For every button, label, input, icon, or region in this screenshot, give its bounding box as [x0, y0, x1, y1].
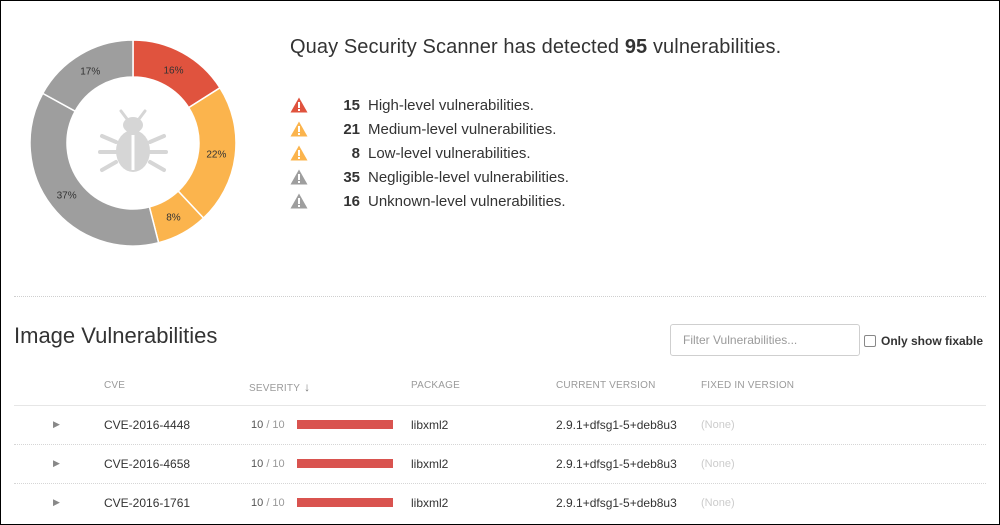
summary-prefix: Quay Security Scanner has detected — [290, 36, 620, 58]
column-header-cve[interactable]: CVE — [104, 380, 125, 391]
severity-score: 10 / 10 — [251, 419, 285, 431]
warning-icon — [290, 121, 308, 137]
level-label: Unknown-level vulnerabilities. — [368, 193, 566, 210]
summary-total: 95 — [624, 36, 648, 58]
column-header-fixed-version[interactable]: FIXED IN VERSION — [701, 380, 794, 391]
cve-id[interactable]: CVE-2016-4448 — [104, 418, 190, 432]
donut-label-low: 8% — [166, 213, 181, 224]
fixed-version: (None) — [701, 419, 735, 431]
only-fixable-label: Only show fixable — [881, 334, 984, 348]
donut-label-negligible: 37% — [57, 190, 77, 201]
warning-icon — [290, 145, 308, 161]
column-header-severity[interactable]: SEVERITY ↓ — [249, 380, 310, 394]
severity-score: 10 / 10 — [251, 497, 285, 509]
only-fixable-checkbox[interactable] — [864, 335, 876, 347]
severity-bar — [297, 459, 393, 468]
level-label: Negligible-level vulnerabilities. — [368, 169, 569, 186]
cve-id[interactable]: CVE-2016-4658 — [104, 457, 190, 471]
current-version: 2.9.1+dfsg1-5+deb8u3 — [556, 418, 677, 432]
package-name: libxml2 — [411, 457, 449, 471]
column-header-severity-label: SEVERITY — [249, 383, 301, 394]
section-title: Image Vulnerabilities — [14, 323, 218, 348]
fixed-version: (None) — [701, 497, 735, 509]
cve-id[interactable]: CVE-2016-1761 — [104, 496, 190, 510]
expand-caret-icon[interactable]: ▶ — [53, 419, 60, 430]
donut-label-unknown: 17% — [80, 67, 100, 78]
severity-score: 10 / 10 — [251, 458, 285, 470]
current-version: 2.9.1+dfsg1-5+deb8u3 — [556, 496, 677, 510]
warning-icon — [290, 193, 308, 209]
fixed-version: (None) — [701, 458, 735, 470]
level-count: 8 — [351, 145, 360, 162]
package-name: libxml2 — [411, 496, 449, 510]
summary-headline: Quay Security Scanner has detected 95 vu… — [290, 36, 781, 59]
expand-caret-icon[interactable]: ▶ — [53, 458, 60, 469]
section-divider — [14, 296, 986, 297]
level-count: 35 — [343, 169, 360, 186]
row-divider — [14, 483, 986, 484]
column-header-current-version[interactable]: CURRENT VERSION — [556, 380, 656, 391]
table-header-divider — [14, 405, 986, 406]
level-count: 15 — [343, 97, 360, 114]
donut-label-high: 16% — [163, 65, 183, 76]
only-fixable-toggle[interactable]: Only show fixable — [864, 334, 983, 348]
level-label: Medium-level vulnerabilities. — [368, 121, 557, 138]
row-divider — [14, 444, 986, 445]
current-version: 2.9.1+dfsg1-5+deb8u3 — [556, 457, 677, 471]
warning-icon — [290, 169, 308, 185]
level-count: 21 — [343, 121, 360, 138]
filter-vulnerabilities-input[interactable] — [670, 324, 860, 356]
level-count: 16 — [343, 193, 360, 210]
summary-suffix: vulnerabilities. — [652, 36, 782, 58]
vulnerability-donut-chart: 16% 22% 8% 37% 17% — [29, 39, 237, 247]
severity-bar — [297, 498, 393, 507]
column-header-package[interactable]: PACKAGE — [411, 380, 460, 391]
donut-label-medium: 22% — [206, 150, 226, 161]
warning-icon — [290, 97, 308, 113]
package-name: libxml2 — [411, 418, 449, 432]
level-label: Low-level vulnerabilities. — [368, 145, 531, 162]
bug-icon — [98, 109, 168, 172]
expand-caret-icon[interactable]: ▶ — [53, 497, 60, 508]
severity-bar — [297, 420, 393, 429]
sort-down-arrow-icon: ↓ — [304, 380, 311, 394]
level-label: High-level vulnerabilities. — [368, 97, 534, 114]
